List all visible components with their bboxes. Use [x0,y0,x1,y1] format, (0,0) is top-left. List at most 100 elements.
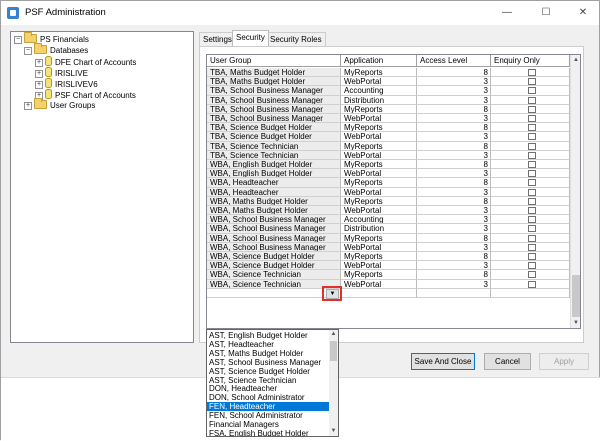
enquiry-only-checkbox[interactable] [528,225,536,233]
scroll-up-icon[interactable]: ▲ [571,55,580,65]
access-level-cell[interactable]: 8 [417,160,491,170]
enquiry-only-checkbox[interactable] [528,253,536,260]
application-cell[interactable]: Distribution [341,224,417,234]
table-row[interactable]: WBA, Science Technician WebPortal 3 [207,279,570,289]
column-header-enquiry-only[interactable]: Enquiry Only [491,55,570,67]
enquiry-only-checkbox[interactable] [528,87,536,95]
application-cell[interactable]: MyReports [341,252,417,262]
column-header-access-level[interactable]: Access Level [417,55,491,67]
new-enquiry-only-cell[interactable] [491,288,570,298]
dropdown-option[interactable]: FEN, School Administrator [207,411,329,420]
application-cell[interactable]: WebPortal [341,242,417,252]
table-row[interactable]: TBA, Science Budget Holder MyReports 8 [207,123,570,133]
table-row[interactable]: WBA, Headteacher MyReports 8 [207,178,570,188]
grid-scrollbar[interactable]: ▲ ▼ [570,55,580,328]
user-group-cell[interactable]: WBA, Headteacher [207,178,341,188]
expand-icon[interactable]: + [35,70,43,78]
application-cell[interactable]: MyReports [341,123,417,133]
enquiry-only-checkbox[interactable] [528,105,536,113]
tree-node-db[interactable]: + IRISLIVEV6 [35,78,98,89]
application-cell[interactable]: Accounting [341,86,417,96]
table-row[interactable]: TBA, School Business Manager MyReports 8 [207,104,570,114]
table-row[interactable]: WBA, Headteacher WebPortal 3 [207,187,570,197]
application-cell[interactable]: MyReports [341,160,417,170]
tab-security-roles[interactable]: Security Roles [266,32,326,46]
close-button[interactable]: ✕ [564,1,600,25]
user-group-cell[interactable]: TBA, Maths Budget Holder [207,77,341,87]
maximize-button[interactable]: ☐ [527,1,565,25]
user-group-cell[interactable]: WBA, School Business Manager [207,224,341,234]
table-row[interactable]: TBA, Maths Budget Holder MyReports 8 [207,68,570,78]
dropdown-scrollbar[interactable]: ▲ ▼ [329,330,338,436]
user-group-cell[interactable]: TBA, Science Technician [207,150,341,160]
tab-security[interactable]: Security [232,30,269,46]
user-group-cell[interactable]: WBA, Science Technician [207,270,341,280]
access-level-cell[interactable]: 3 [417,242,491,252]
enquiry-only-checkbox[interactable] [528,142,536,150]
enquiry-only-checkbox[interactable] [528,124,536,132]
expand-icon[interactable]: + [24,102,32,110]
user-group-cell[interactable]: TBA, School Business Manager [207,86,341,96]
table-row[interactable]: TBA, Maths Budget Holder WebPortal 3 [207,77,570,87]
user-group-cell[interactable]: TBA, Science Budget Holder [207,132,341,142]
application-cell[interactable]: MyReports [341,178,417,188]
table-row[interactable]: WBA, Science Budget Holder WebPortal 3 [207,261,570,271]
tree-node-user-groups[interactable]: + User Groups [24,98,95,111]
enquiry-only-checkbox[interactable] [528,243,536,251]
application-cell[interactable]: WebPortal [341,261,417,271]
tree-node-databases[interactable]: − Databases [24,43,88,56]
access-level-cell[interactable]: 8 [417,123,491,133]
access-level-cell[interactable]: 3 [417,95,491,105]
enquiry-only-checkbox[interactable] [528,280,536,288]
table-row[interactable]: WBA, English Budget Holder MyReports 8 [207,160,570,170]
user-group-cell[interactable]: TBA, Maths Budget Holder [207,68,341,78]
table-row[interactable]: TBA, Science Budget Holder WebPortal 3 [207,132,570,142]
dropdown-scroll-thumb[interactable] [330,341,337,361]
enquiry-only-checkbox[interactable] [528,262,536,270]
table-row[interactable]: TBA, Science Technician MyReports 8 [207,141,570,151]
dropdown-option[interactable]: FEN, Headteacher [207,402,329,411]
enquiry-only-checkbox[interactable] [528,207,536,214]
dropdown-option[interactable]: AST, Headteacher [207,340,329,349]
table-row[interactable]: WBA, School Business Manager WebPortal 3 [207,242,570,252]
enquiry-only-checkbox[interactable] [528,234,536,242]
tree-node-db[interactable]: + IRISLIVE [35,67,88,78]
access-level-cell[interactable]: 3 [417,224,491,234]
new-application-cell[interactable] [341,288,417,298]
access-level-cell[interactable]: 8 [417,178,491,188]
enquiry-only-checkbox[interactable] [528,170,536,178]
new-row[interactable]: ▼ [207,285,570,301]
table-row[interactable]: WBA, Maths Budget Holder WebPortal 3 [207,206,570,216]
table-row[interactable]: WBA, Science Budget Holder MyReports 8 [207,252,570,262]
user-group-cell[interactable]: TBA, School Business Manager [207,95,341,105]
application-cell[interactable]: WebPortal [341,132,417,142]
access-level-cell[interactable]: 3 [417,187,491,197]
access-level-cell[interactable]: 3 [417,215,491,225]
enquiry-only-checkbox[interactable] [528,271,536,279]
user-group-cell[interactable]: TBA, School Business Manager [207,114,341,124]
scroll-up-icon[interactable]: ▲ [329,330,338,339]
enquiry-only-checkbox[interactable] [528,69,536,76]
enquiry-only-checkbox[interactable] [528,188,536,196]
user-group-cell[interactable]: WBA, Headteacher [207,187,341,197]
application-cell[interactable]: WebPortal [341,187,417,197]
application-cell[interactable]: WebPortal [341,150,417,160]
user-group-cell[interactable]: TBA, Science Budget Holder [207,123,341,133]
column-header-user-group[interactable]: User Group [207,55,341,67]
user-group-cell[interactable]: WBA, Science Budget Holder [207,261,341,271]
enquiry-only-checkbox[interactable] [528,133,536,141]
table-row[interactable]: TBA, Science Technician WebPortal 3 [207,150,570,160]
dropdown-option[interactable]: AST, Science Technician [207,376,329,385]
user-group-cell[interactable]: TBA, School Business Manager [207,104,341,114]
table-row[interactable]: WBA, School Business Manager MyReports 8 [207,233,570,243]
application-cell[interactable]: MyReports [341,141,417,151]
new-access-level-cell[interactable] [417,288,491,298]
access-level-cell[interactable]: 8 [417,141,491,151]
access-level-cell[interactable]: 3 [417,206,491,216]
minimize-button[interactable]: — [488,1,526,25]
access-level-cell[interactable]: 3 [417,132,491,142]
table-row[interactable]: TBA, School Business Manager WebPortal 3 [207,114,570,124]
application-cell[interactable]: MyReports [341,68,417,78]
table-row[interactable]: WBA, School Business Manager Accounting 3 [207,215,570,225]
access-level-cell[interactable]: 8 [417,196,491,206]
